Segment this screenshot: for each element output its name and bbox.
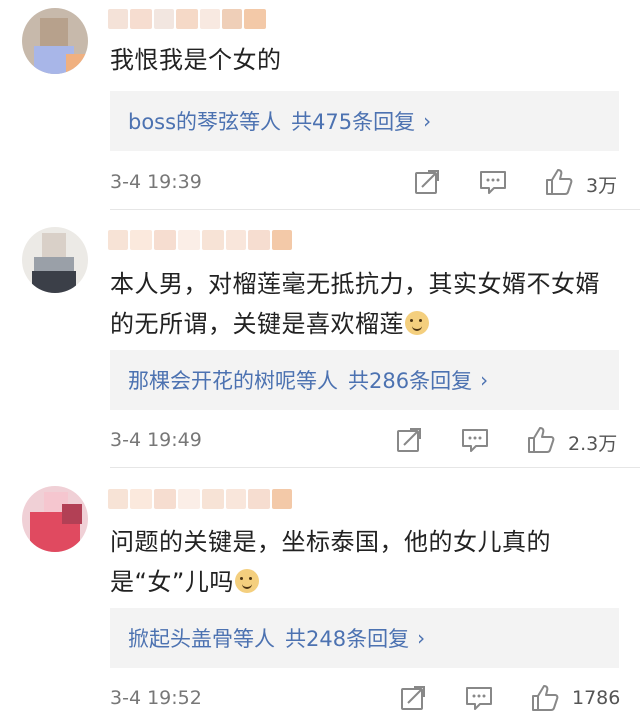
reply-etc: 等人 (233, 627, 275, 651)
comment-text: 我恨我是个女的 (110, 46, 282, 74)
reply-user[interactable]: boss的琴弦 (128, 106, 239, 136)
like-count: 3万 (586, 175, 618, 197)
comment-item: 我恨我是个女的 boss的琴弦 等人 共475条回复 › 3-4 19:39 3… (0, 0, 640, 210)
comment-icon[interactable] (478, 167, 508, 197)
reply-count[interactable]: 共475条回复 (291, 106, 415, 136)
comment-text: 问题的关键是，坐标泰国，他的女儿真的是“女”儿吗 (110, 528, 551, 596)
reply-summary[interactable]: 掀起头盖骨 等人 共248条回复 › (110, 608, 619, 668)
comment-icon[interactable] (464, 683, 494, 713)
comment-meta: 3-4 19:52 1786 (110, 679, 620, 719)
reply-etc: 等人 (239, 110, 282, 134)
comment-text: 本人男，对榴莲毫无抵抗力，其实女婿不女婿的无所谓，关键是喜欢榴莲 (110, 270, 600, 338)
share-icon[interactable] (398, 683, 428, 713)
thumbs-up-icon[interactable] (544, 167, 574, 197)
comment-meta: 3-4 19:39 3万 (110, 163, 620, 203)
chevron-right-icon: › (417, 626, 426, 650)
like-count: 2.3万 (568, 433, 618, 455)
thumbs-up-icon[interactable] (530, 683, 560, 713)
avatar[interactable] (22, 486, 88, 552)
reply-count[interactable]: 共286条回复 (348, 365, 472, 395)
timestamp: 3-4 19:49 (110, 429, 202, 451)
doge-emoji-icon (405, 311, 429, 335)
chevron-right-icon: › (423, 109, 432, 133)
reply-count[interactable]: 共248条回复 (285, 623, 409, 653)
timestamp: 3-4 19:52 (110, 687, 202, 709)
reply-user[interactable]: 掀起头盖骨 (128, 623, 233, 653)
doge-emoji-icon (234, 569, 259, 593)
reply-summary[interactable]: boss的琴弦 等人 共475条回复 › (110, 91, 619, 151)
comment-item: 问题的关键是，坐标泰国，他的女儿真的是“女”儿吗 掀起头盖骨 等人 共248条回… (0, 468, 640, 724)
share-icon[interactable] (412, 167, 442, 197)
comment-icon[interactable] (460, 425, 490, 455)
username-blurred[interactable] (108, 229, 292, 251)
username-blurred[interactable] (108, 8, 266, 30)
avatar[interactable] (22, 8, 88, 74)
reply-summary[interactable]: 那棵会开花的树呢 等人 共286条回复 › (110, 350, 619, 410)
avatar[interactable] (22, 227, 88, 293)
share-icon[interactable] (394, 425, 424, 455)
reply-etc: 等人 (296, 369, 338, 393)
reply-user[interactable]: 那棵会开花的树呢 (128, 365, 296, 395)
comment-meta: 3-4 19:49 2.3万 (110, 421, 620, 461)
like-count: 1786 (572, 687, 621, 709)
timestamp: 3-4 19:39 (110, 171, 202, 193)
username-blurred[interactable] (108, 488, 292, 510)
thumbs-up-icon[interactable] (526, 425, 556, 455)
comment-item: 本人男，对榴莲毫无抵抗力，其实女婿不女婿的无所谓，关键是喜欢榴莲 那棵会开花的树… (0, 210, 640, 468)
chevron-right-icon: › (480, 368, 489, 392)
